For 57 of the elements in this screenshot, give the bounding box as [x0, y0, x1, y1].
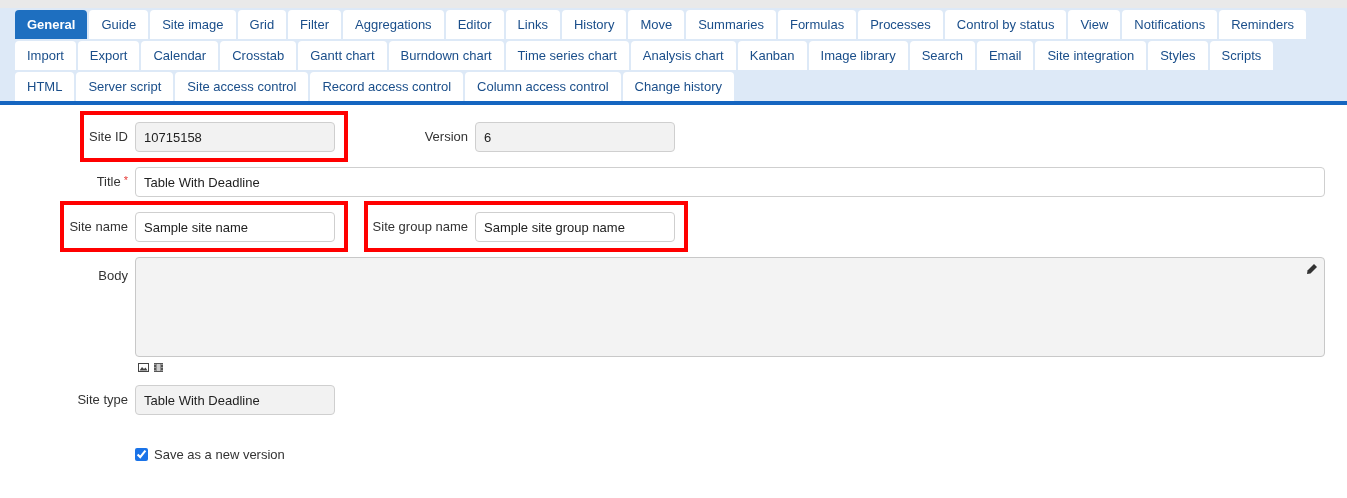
tab[interactable]: Scripts — [1209, 41, 1274, 70]
tab[interactable]: Record access control — [310, 72, 464, 101]
tab[interactable]: History — [561, 10, 627, 39]
tab[interactable]: Links — [505, 10, 560, 39]
tab[interactable]: Site image — [150, 10, 236, 39]
tab[interactable]: Kanban — [737, 41, 807, 70]
field-label: Site group name — [372, 218, 468, 237]
tab[interactable]: Guide — [89, 10, 149, 39]
tab[interactable]: Formulas — [777, 10, 857, 39]
pencil-icon[interactable] — [1307, 264, 1317, 274]
image-icon[interactable] — [138, 363, 149, 372]
tab[interactable]: Export — [77, 41, 140, 70]
checkbox[interactable] — [135, 448, 148, 462]
input-field[interactable]: Table With Deadline — [135, 167, 1325, 197]
field-label: Site ID — [89, 128, 128, 147]
tab[interactable]: Search — [909, 41, 975, 70]
input-field[interactable]: Table With Deadline — [135, 385, 335, 415]
tab[interactable]: Column access control — [465, 72, 621, 101]
tab[interactable]: Image library — [808, 41, 908, 70]
input-field[interactable]: 10715158 — [135, 122, 335, 152]
tab[interactable]: Server script — [76, 72, 174, 101]
tab[interactable]: Grid — [237, 10, 287, 39]
tab[interactable]: Gantt chart — [298, 41, 387, 70]
tab[interactable]: Site integration — [1035, 41, 1147, 70]
tab[interactable]: Crosstab — [220, 41, 297, 70]
tab[interactable]: Time series chart — [505, 41, 629, 70]
tab[interactable]: Burndown chart — [388, 41, 504, 70]
tab[interactable]: Aggregations — [343, 10, 444, 39]
tab[interactable]: Change history — [622, 72, 735, 101]
tab[interactable]: View — [1068, 10, 1121, 39]
tab[interactable]: Move — [628, 10, 685, 39]
tab[interactable]: HTML — [15, 72, 75, 101]
tab[interactable]: Analysis chart — [630, 41, 736, 70]
tab[interactable]: Editor — [445, 10, 504, 39]
input-field[interactable]: Sample site name — [135, 212, 335, 242]
field-label: Body — [98, 267, 128, 285]
tab[interactable]: Processes — [858, 10, 943, 39]
tab[interactable]: Control by status — [944, 10, 1067, 39]
tab[interactable]: Filter — [288, 10, 341, 39]
tab[interactable]: Calendar — [141, 41, 219, 70]
field-label: Site type — [77, 391, 128, 410]
tab[interactable]: Styles — [1148, 41, 1208, 70]
tab[interactable]: Notifications — [1122, 10, 1218, 39]
tab[interactable]: Import — [15, 41, 76, 70]
film-icon[interactable] — [154, 363, 163, 372]
input-field[interactable]: Sample site group name — [475, 212, 675, 242]
field-label: Title — [96, 173, 121, 192]
tab[interactable]: Summaries — [686, 10, 776, 39]
tab[interactable]: Site access control — [175, 72, 309, 101]
required-mark: * — [123, 172, 128, 188]
tab[interactable]: Email — [976, 41, 1034, 70]
input-field[interactable]: 6 — [475, 122, 675, 152]
tab[interactable]: General — [15, 10, 88, 39]
checkbox-label: Save as a new version — [154, 446, 285, 464]
tab[interactable]: Reminders — [1219, 10, 1306, 39]
field-label: Version — [424, 128, 468, 147]
field-label: Site name — [69, 218, 128, 237]
